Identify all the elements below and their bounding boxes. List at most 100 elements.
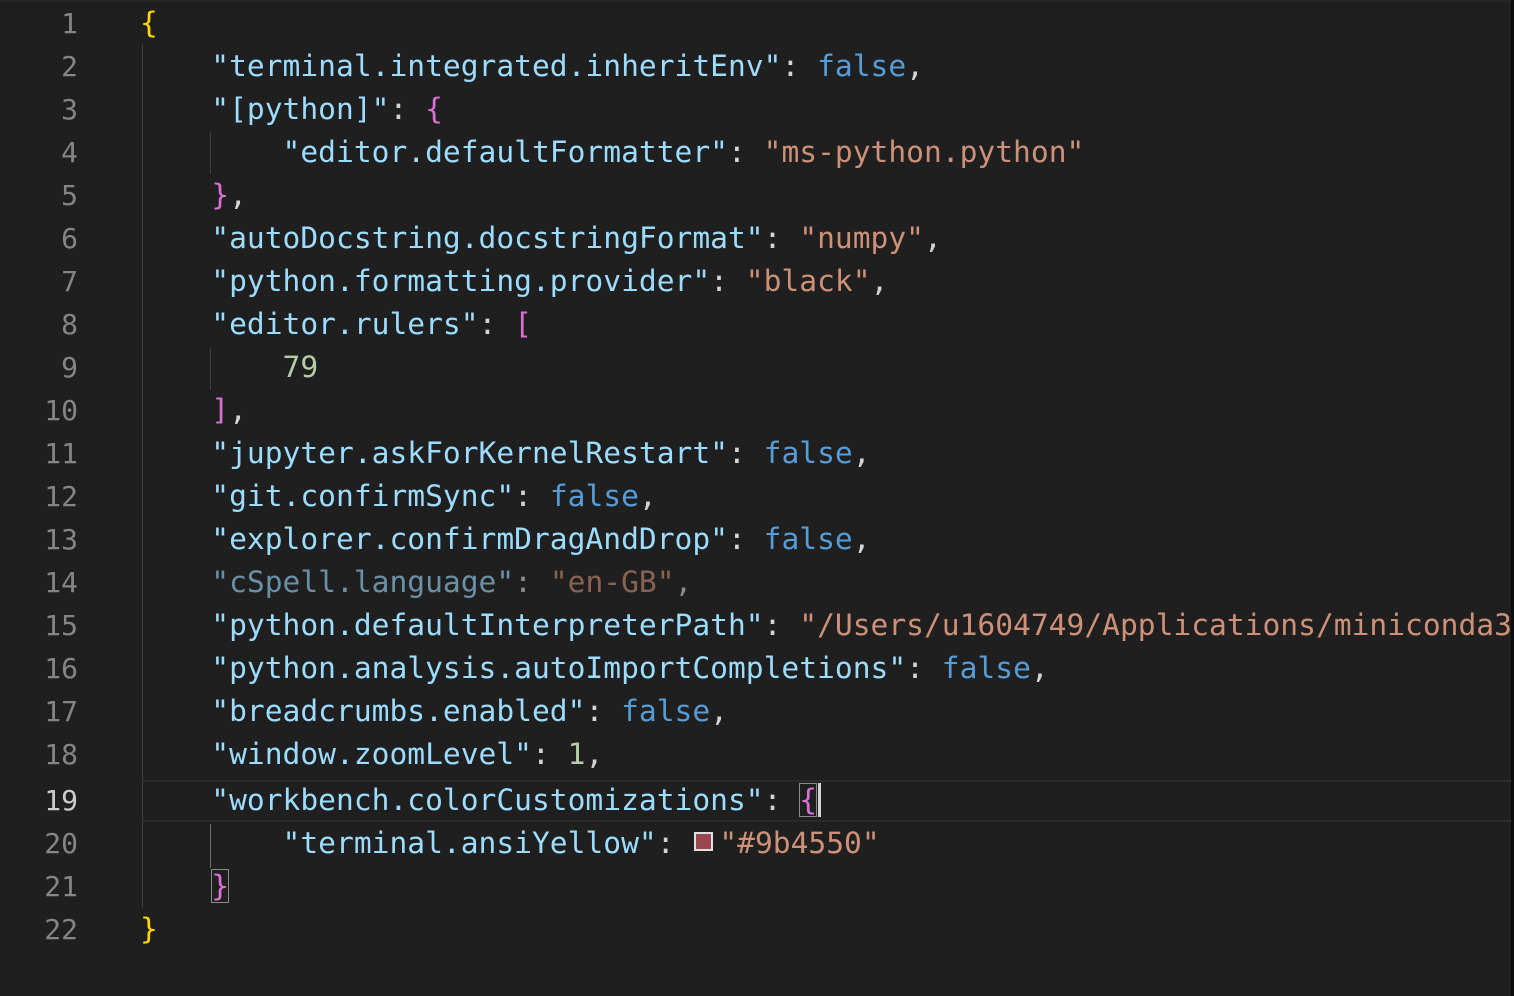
line-number: 8 [61, 308, 78, 341]
colon: : [763, 608, 800, 642]
property-key: "terminal.ansiYellow" [282, 826, 657, 860]
code-line-20[interactable]: "terminal.ansiYellow": "#9b4550" [140, 822, 880, 865]
string-value: "#9b4550" [719, 826, 880, 860]
comma: , [906, 49, 924, 83]
colon: : [727, 436, 764, 470]
colon: : [727, 522, 764, 556]
colon: : [763, 783, 800, 817]
string-value: "ms-python.python" [763, 135, 1085, 169]
code-line-13[interactable]: "explorer.confirmDragAndDrop": false, [140, 518, 871, 561]
colon: : [514, 565, 550, 599]
line-number: 14 [44, 566, 78, 599]
bracket-open: { [425, 92, 443, 126]
comma: , [923, 221, 942, 255]
property-key: "python.defaultInterpreterPath" [211, 608, 764, 642]
code-line-15[interactable]: "python.defaultInterpreterPath": "/Users… [140, 604, 1510, 647]
line-number: 18 [44, 738, 78, 771]
code-line-10[interactable]: ], [140, 389, 247, 432]
bracket-close: } [211, 178, 230, 212]
line-number: 12 [44, 480, 78, 513]
property-key: "python.analysis.autoImportCompletions" [211, 651, 907, 685]
property-key: "python.formatting.provider" [211, 264, 711, 298]
line-number: 7 [61, 265, 78, 298]
comma: , [229, 393, 247, 427]
line-number: 4 [61, 136, 78, 169]
comma: , [638, 479, 657, 513]
line-number: 1 [61, 7, 78, 40]
code-line-21[interactable]: } [140, 865, 230, 908]
boolean-value: false [763, 436, 853, 470]
code-line-5[interactable]: }, [140, 174, 247, 217]
property-key: "git.confirmSync" [211, 479, 515, 513]
code-area[interactable]: { "terminal.integrated.inheritEnv": fals… [140, 0, 1510, 996]
comma: , [852, 522, 871, 556]
property-key: "editor.rulers" [211, 307, 479, 341]
code-line-14-dimmed[interactable]: "cSpell.language": "en-GB", [140, 561, 692, 604]
code-line-9[interactable]: 79 [140, 346, 319, 389]
code-line-18[interactable]: "window.zoomLevel": 1, [140, 733, 603, 776]
bracket-close: } [140, 912, 158, 946]
colon: : [532, 737, 568, 771]
code-line-16[interactable]: "python.analysis.autoImportCompletions":… [140, 647, 1049, 690]
bracket-open: { [140, 6, 158, 40]
line-number: 9 [61, 351, 78, 384]
line-number: 22 [44, 913, 78, 946]
code-line-12[interactable]: "git.confirmSync": false, [140, 475, 657, 518]
number-value: 79 [282, 350, 319, 384]
string-value: "numpy" [799, 221, 924, 255]
colon: : [478, 307, 515, 341]
boolean-value: false [763, 522, 853, 556]
code-line-22[interactable]: } [140, 908, 158, 951]
bracket-close: ] [211, 393, 230, 427]
comma: , [585, 737, 604, 771]
line-number: 17 [44, 695, 78, 728]
colon: : [710, 264, 746, 298]
line-number: 3 [61, 93, 78, 126]
property-key: "autoDocstring.docstringFormat" [211, 221, 764, 255]
code-line-6[interactable]: "autoDocstring.docstringFormat": "numpy"… [140, 217, 942, 260]
colon: : [906, 651, 942, 685]
code-line-8[interactable]: "editor.rulers": [ [140, 303, 532, 346]
property-key: "breadcrumbs.enabled" [211, 694, 586, 728]
comma: , [229, 178, 247, 212]
code-line-17[interactable]: "breadcrumbs.enabled": false, [140, 690, 728, 733]
line-number: 2 [61, 50, 78, 83]
boolean-value: false [941, 651, 1031, 685]
comma: , [674, 565, 693, 599]
property-key: "terminal.integrated.inheritEnv" [211, 49, 782, 83]
boolean-value: false [817, 49, 907, 83]
line-number: 20 [44, 827, 78, 860]
code-line-11[interactable]: "jupyter.askForKernelRestart": false, [140, 432, 871, 475]
colon: : [656, 826, 693, 860]
comma: , [1030, 651, 1049, 685]
comma: , [852, 436, 871, 470]
comma: , [870, 264, 889, 298]
property-key: "explorer.confirmDragAndDrop" [211, 522, 728, 556]
code-line-3[interactable]: "[python]": { [140, 88, 443, 131]
comma: , [710, 694, 728, 728]
line-number: 5 [61, 179, 78, 212]
line-number: 21 [44, 870, 78, 903]
colon: : [585, 694, 622, 728]
string-value: "en-GB" [549, 565, 675, 599]
string-value: "/Users/u1604749/Applications/miniconda3… [799, 608, 1510, 642]
code-line-7[interactable]: "python.formatting.provider": "black", [140, 260, 888, 303]
line-number: 10 [44, 394, 78, 427]
code-line-4[interactable]: "editor.defaultFormatter": "ms-python.py… [140, 131, 1085, 174]
code-editor[interactable]: 1 2 3 4 5 6 7 8 9 10 11 12 13 14 15 16 1… [0, 0, 1514, 996]
bracket-open: [ [514, 307, 533, 341]
line-number: 6 [61, 222, 78, 255]
color-swatch-icon[interactable] [694, 832, 714, 851]
code-line-2[interactable]: "terminal.integrated.inheritEnv": false, [140, 45, 924, 88]
boolean-value: false [549, 479, 639, 513]
matched-bracket-close: } [211, 869, 230, 903]
colon: : [781, 49, 818, 83]
property-key: "editor.defaultFormatter" [282, 135, 728, 169]
code-line-19-active[interactable]: "workbench.colorCustomizations": { [140, 779, 822, 822]
string-value: "black" [745, 264, 871, 298]
line-number-gutter[interactable]: 1 2 3 4 5 6 7 8 9 10 11 12 13 14 15 16 1… [0, 0, 100, 996]
code-line-1[interactable]: { [140, 2, 158, 45]
property-key: "jupyter.askForKernelRestart" [211, 436, 728, 470]
line-number-active: 19 [44, 784, 78, 817]
line-number: 11 [44, 437, 78, 470]
